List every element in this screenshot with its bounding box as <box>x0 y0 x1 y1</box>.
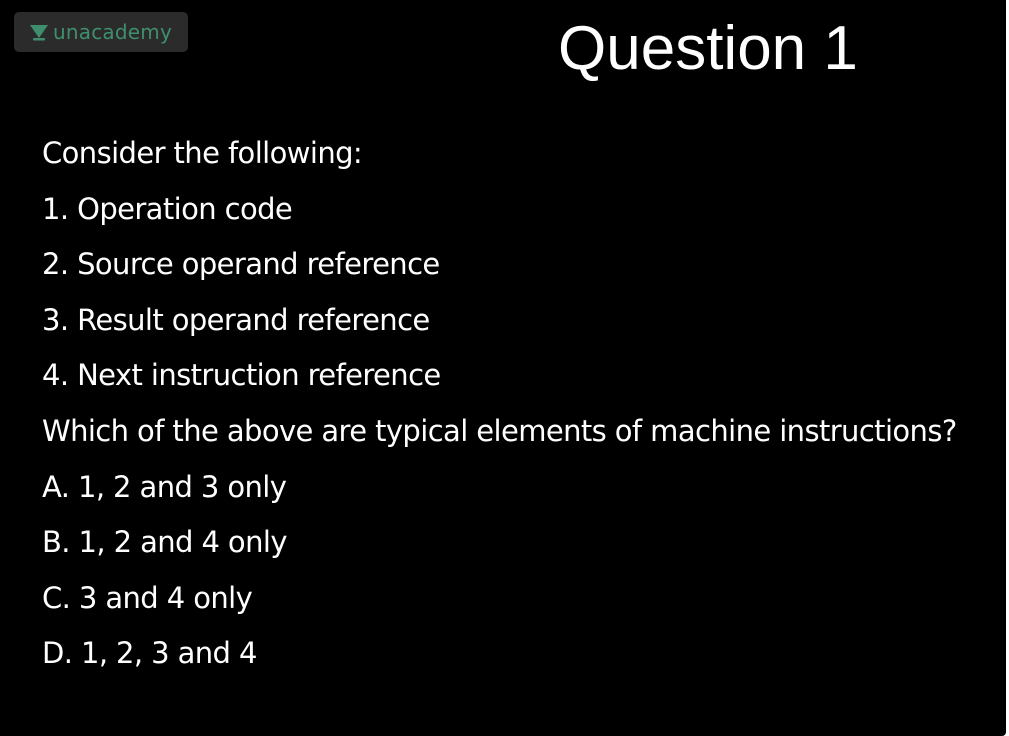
option-b: B. 1, 2 and 4 only <box>42 525 287 560</box>
question-prompt: Which of the above are typical elements … <box>42 413 957 448</box>
list-item-1: 1. Operation code <box>42 191 293 226</box>
slide-title: Question 1 <box>558 14 858 83</box>
option-c: C. 3 and 4 only <box>42 580 253 615</box>
option-a: A. 1, 2 and 3 only <box>42 469 287 504</box>
question-body: Consider the following: 1. Operation cod… <box>42 126 957 682</box>
list-item-2: 2. Source operand reference <box>42 247 440 282</box>
unacademy-watermark: unacademy <box>14 12 188 52</box>
logo-text: unacademy <box>53 20 172 44</box>
list-item-3: 3. Result operand reference <box>42 302 430 337</box>
option-d: D. 1, 2, 3 and 4 <box>42 636 257 671</box>
question-intro: Consider the following: <box>42 136 363 170</box>
slide-canvas: unacademy Question 1 Consider the follow… <box>0 0 1006 736</box>
unacademy-logo-icon <box>28 21 50 43</box>
list-item-4: 4. Next instruction reference <box>42 358 441 393</box>
